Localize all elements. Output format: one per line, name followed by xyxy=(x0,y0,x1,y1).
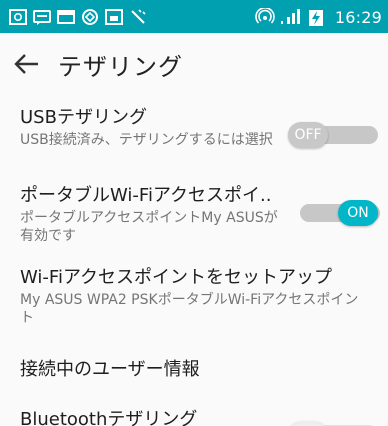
tool-notification-icon xyxy=(128,8,148,26)
portable-hotspot-row[interactable]: ポータブルWi-Fiアクセスポイ.. ポータブルアクセスポイントMy ASUSが… xyxy=(0,173,388,255)
portable-hotspot-toggle[interactable]: ON xyxy=(290,200,380,226)
toggle-thumb: OFF xyxy=(288,122,328,148)
portable-hotspot-title: ポータブルWi-Fiアクセスポイ.. xyxy=(20,185,272,206)
portable-hotspot-summary: ポータブルアクセスポイントMy ASUSが有効です xyxy=(20,210,278,244)
connected-users-title: 接続中のユーザー情報 xyxy=(20,359,200,380)
bluetooth-tethering-title: Bluetoothテザリング xyxy=(20,409,198,426)
mail-notification-icon xyxy=(56,8,76,26)
screenshot-notification-icon xyxy=(104,8,124,26)
hotspot-setup-row[interactable]: Wi-Fiアクセスポイントをセットアップ My ASUS WPA2 PSKポータ… xyxy=(0,255,388,335)
screen: 16:29 テザリング USBテザリング USB接続済み、テザリングするには選択… xyxy=(0,0,388,426)
app-bar: テザリング xyxy=(0,33,388,95)
connected-users-row[interactable]: 接続中のユーザー情報 xyxy=(0,335,388,397)
message-notification-icon xyxy=(32,8,52,26)
sync-notification-icon xyxy=(80,8,100,26)
status-bar: 16:29 xyxy=(0,0,388,33)
toggle-thumb xyxy=(288,421,328,426)
bluetooth-tethering-row[interactable]: Bluetoothテザリング xyxy=(0,397,388,426)
page-title: テザリング xyxy=(58,53,183,81)
battery-charging-icon xyxy=(307,8,325,26)
usb-tethering-row[interactable]: USBテザリング USB接続済み、テザリングするには選択 OFF xyxy=(0,95,388,173)
gallery-notification-icon xyxy=(8,8,28,26)
toggle-thumb: ON xyxy=(338,200,378,226)
hotspot-setup-summary: My ASUS WPA2 PSKポータブルWi-Fiアクセスポイント xyxy=(20,292,359,326)
usb-tethering-toggle[interactable]: OFF xyxy=(288,122,378,148)
clock: 16:29 xyxy=(334,7,382,27)
hotspot-icon xyxy=(255,8,275,26)
hotspot-setup-title: Wi-Fiアクセスポイントをセットアップ xyxy=(20,267,333,288)
signal-icon xyxy=(279,8,303,26)
system-icons: 16:29 xyxy=(255,6,382,28)
notification-icons xyxy=(8,6,152,28)
arrow-back-icon[interactable] xyxy=(14,53,40,75)
usb-tethering-title: USBテザリング xyxy=(20,107,147,128)
bluetooth-tethering-toggle[interactable] xyxy=(288,421,378,426)
usb-tethering-summary: USB接続済み、テザリングするには選択 xyxy=(20,132,273,148)
